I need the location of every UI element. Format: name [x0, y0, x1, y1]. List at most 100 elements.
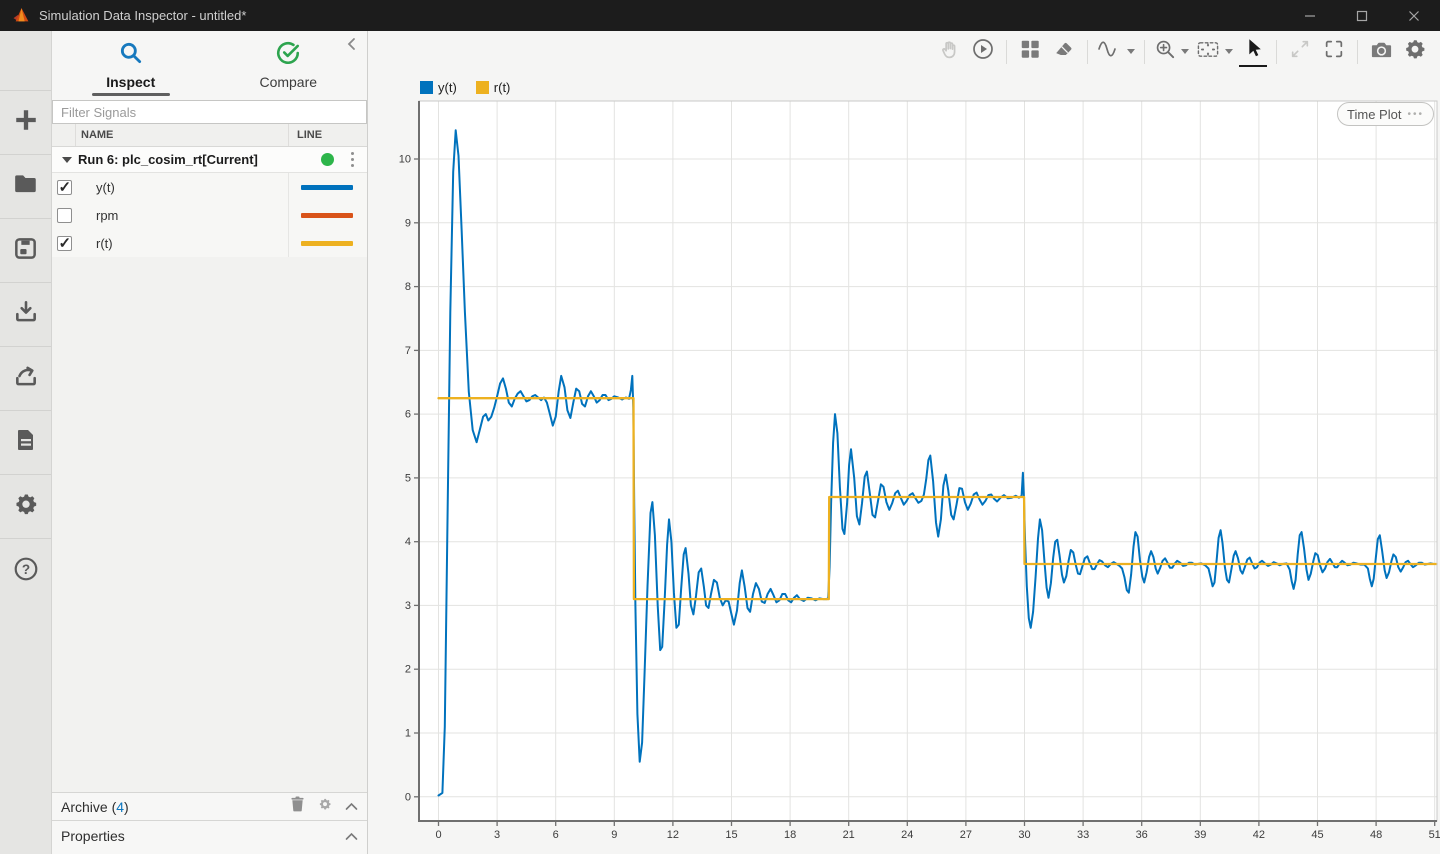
pointer-button[interactable]	[1239, 37, 1267, 67]
svg-text:15: 15	[725, 829, 737, 841]
svg-text:51: 51	[1429, 829, 1440, 841]
legend-swatch	[420, 81, 433, 94]
tab-inspect[interactable]: Inspect	[52, 31, 210, 100]
svg-text:5: 5	[405, 472, 411, 484]
signal-row[interactable]: rpm	[52, 201, 367, 229]
svg-text:0: 0	[435, 829, 441, 841]
collapse-run-icon[interactable]	[62, 157, 72, 163]
time-plot-badge[interactable]: Time Plot •••	[1337, 102, 1434, 126]
svg-text:0: 0	[405, 791, 411, 803]
close-button[interactable]	[1388, 0, 1440, 31]
preferences-button[interactable]	[0, 475, 51, 539]
create-report-button[interactable]	[0, 411, 51, 475]
collapse-panel-button[interactable]	[346, 37, 358, 56]
sine-wave-icon	[1097, 37, 1123, 66]
export-icon	[13, 363, 39, 394]
signal-checkbox[interactable]	[57, 236, 72, 251]
add-run-button[interactable]	[0, 91, 51, 155]
gear-icon	[1403, 37, 1427, 66]
svg-text:4: 4	[405, 536, 411, 548]
svg-text:1: 1	[405, 728, 411, 740]
minimize-button[interactable]	[1284, 0, 1336, 31]
signal-name: y(t)	[76, 180, 288, 195]
svg-text:48: 48	[1370, 829, 1382, 841]
svg-text:36: 36	[1136, 829, 1148, 841]
legend-item[interactable]: r(t)	[476, 80, 511, 95]
run-row[interactable]: Run 6: plc_cosim_rt[Current]	[52, 147, 367, 173]
zoom-in-button[interactable]	[1154, 37, 1189, 67]
signal-line-swatch	[301, 241, 353, 246]
plot-area: y(t) r(t) Time Plot ••• 0369121518212427…	[368, 31, 1440, 854]
legend-item[interactable]: y(t)	[420, 80, 457, 95]
open-button[interactable]	[0, 155, 51, 219]
legend-label: r(t)	[494, 80, 511, 95]
plot-settings-button[interactable]	[1401, 37, 1429, 67]
gear-icon	[13, 491, 39, 522]
signal-line-cell	[288, 201, 367, 229]
save-icon	[13, 236, 38, 266]
signal-line-cell	[288, 173, 367, 201]
properties-label: Properties	[61, 828, 345, 844]
properties-section-header[interactable]: Properties	[52, 820, 367, 854]
layout-button[interactable]	[1016, 37, 1044, 67]
svg-text:27: 27	[960, 829, 972, 841]
titlebar: Simulation Data Inspector - untitled*	[0, 0, 1440, 31]
replay-button[interactable]	[969, 37, 997, 67]
fit-to-view-button[interactable]	[1195, 37, 1233, 67]
svg-text:?: ?	[21, 561, 29, 576]
header-name-column: NAME	[76, 129, 288, 141]
filter-signals-input[interactable]	[52, 100, 367, 124]
svg-text:2: 2	[405, 664, 411, 676]
signal-checkbox[interactable]	[57, 208, 72, 223]
app-toolstrip: ?	[0, 31, 52, 854]
svg-text:24: 24	[901, 829, 913, 841]
replay-icon	[971, 37, 995, 66]
save-button[interactable]	[0, 219, 51, 283]
time-plot-chart[interactable]: 0369121518212427303336394245485101234567…	[368, 72, 1440, 854]
archive-label: Archive (4)	[61, 799, 290, 815]
toolstrip-spacer	[0, 31, 51, 91]
import-button[interactable]	[0, 283, 51, 347]
svg-text:12: 12	[667, 829, 679, 841]
snapshot-button[interactable]	[1367, 37, 1395, 67]
help-button[interactable]: ?	[0, 539, 51, 603]
tab-compare[interactable]: Compare	[210, 31, 368, 100]
plot-legend: y(t) r(t)	[420, 80, 510, 95]
signal-options-button[interactable]	[1097, 37, 1135, 67]
archive-settings-button[interactable]	[318, 797, 332, 816]
signal-table-header: NAME LINE	[52, 124, 367, 147]
signal-list-empty-area	[52, 257, 367, 792]
header-line-column: LINE	[288, 124, 367, 146]
export-button[interactable]	[0, 347, 51, 411]
signal-row[interactable]: r(t)	[52, 229, 367, 257]
svg-text:39: 39	[1194, 829, 1206, 841]
signal-checkbox[interactable]	[57, 180, 72, 195]
delete-archive-button[interactable]	[290, 796, 305, 817]
svg-text:42: 42	[1253, 829, 1265, 841]
svg-text:30: 30	[1018, 829, 1030, 841]
badge-menu-dots-icon: •••	[1407, 109, 1424, 120]
legend-swatch	[476, 81, 489, 94]
plot-toolbar	[932, 31, 1440, 72]
signal-line-cell	[288, 229, 367, 257]
fullscreen-brackets-icon	[1323, 38, 1345, 65]
expand-button[interactable]	[1286, 37, 1314, 67]
archive-section-header[interactable]: Archive (4)	[52, 792, 367, 820]
mode-tabbar: Inspect Compare	[52, 31, 367, 100]
fullscreen-button[interactable]	[1320, 37, 1348, 67]
eraser-icon	[1053, 38, 1075, 65]
signal-row[interactable]: y(t)	[52, 173, 367, 201]
fit-to-view-icon	[1195, 38, 1221, 66]
clear-plots-button[interactable]	[1050, 37, 1078, 67]
collapse-properties-button[interactable]	[345, 828, 358, 846]
pan-button[interactable]	[935, 37, 963, 67]
import-icon	[13, 299, 39, 330]
plus-icon	[13, 107, 39, 138]
svg-text:9: 9	[611, 829, 617, 841]
matlab-logo-icon	[13, 7, 30, 24]
run-menu-button[interactable]	[348, 149, 357, 170]
collapse-archive-button[interactable]	[345, 798, 358, 816]
maximize-button[interactable]	[1336, 0, 1388, 31]
magnifier-icon	[118, 40, 144, 71]
tab-compare-label: Compare	[259, 74, 317, 90]
